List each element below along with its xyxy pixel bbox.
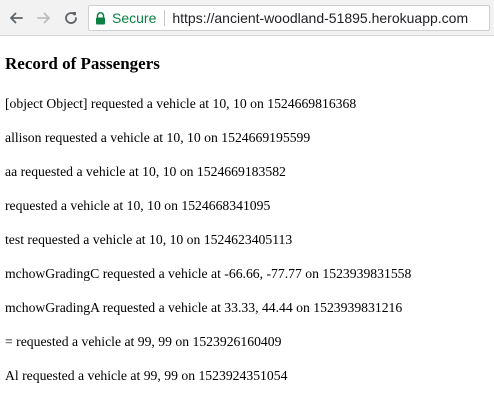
forward-arrow-icon [37,12,50,24]
page-content: Record of Passengers [object Object] req… [0,36,494,400]
address-bar[interactable]: Secure https://ancient-woodland-51895.he… [88,5,490,31]
back-button[interactable] [6,8,26,28]
back-arrow-icon [10,12,23,24]
passenger-record: = requested a vehicle at 99, 99 on 15239… [5,334,282,349]
passenger-record: test requested a vehicle at 10, 10 on 15… [5,232,293,247]
browser-toolbar: Secure https://ancient-woodland-51895.he… [0,0,494,36]
passenger-record: Al requested a vehicle at 99, 99 on 1523… [5,368,288,383]
passenger-record: aa requested a vehicle at 10, 10 on 1524… [5,164,286,179]
page-title: Record of Passengers [5,54,160,73]
passenger-record: [object Object] requested a vehicle at 1… [5,96,357,111]
reload-icon [65,12,77,24]
passenger-record: mchowGradingC requested a vehicle at -66… [5,266,412,281]
reload-button[interactable] [61,8,81,28]
lock-icon [95,11,107,25]
secure-label: Secure [112,10,157,26]
passenger-record-list: [object Object] requested a vehicle at 1… [5,96,411,402]
passenger-record: requested a vehicle at 10, 10 on 1524668… [5,198,271,213]
address-divider [164,10,166,26]
forward-button[interactable] [34,8,54,28]
url-text[interactable]: https://ancient-woodland-51895.herokuapp… [172,10,468,26]
passenger-record: allison requested a vehicle at 10, 10 on… [5,130,311,145]
passenger-record: mchowGradingA requested a vehicle at 33.… [5,300,403,315]
